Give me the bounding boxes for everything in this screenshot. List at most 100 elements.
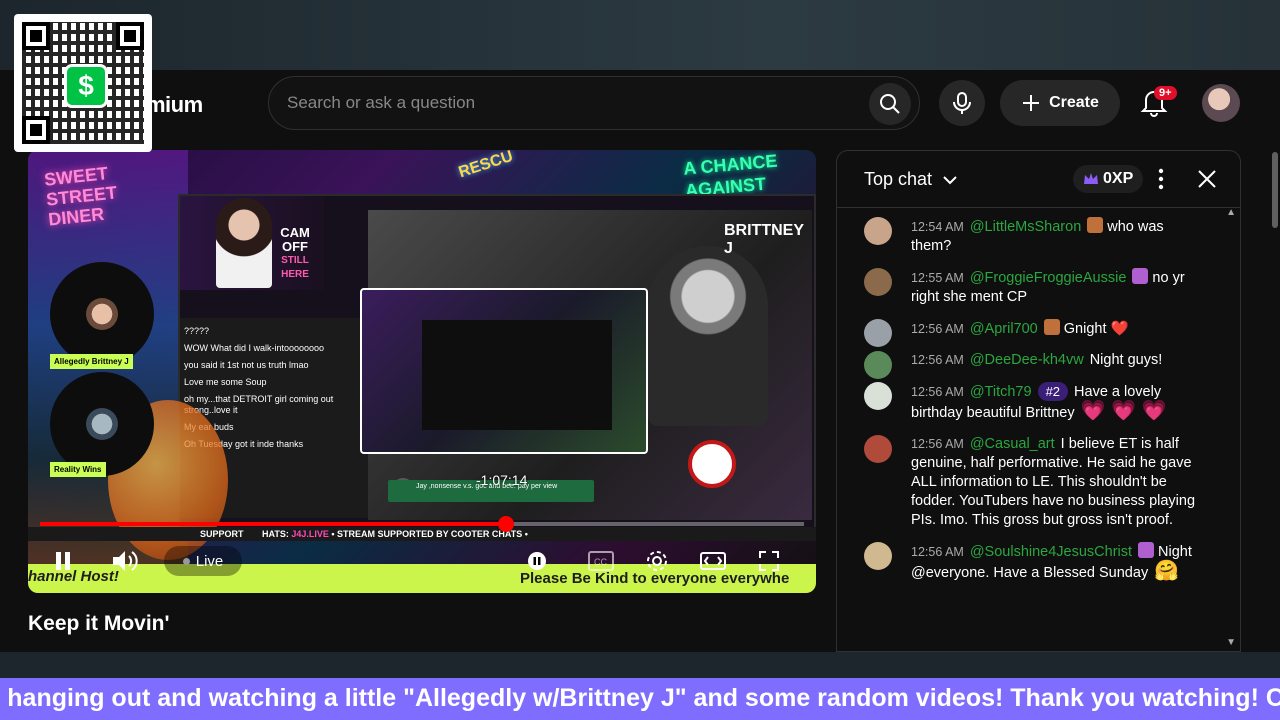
cashapp-qr-code: $: [14, 14, 152, 152]
support-ticker: SUPPORT HATS: J4J.LIVE • STREAM SUPPORTE…: [28, 527, 816, 541]
captions-button[interactable]: CC: [584, 544, 618, 578]
host-figure: [648, 246, 768, 426]
overlay-chat-line: ?????: [184, 326, 210, 336]
settings-icon: [647, 551, 667, 571]
captions-icon: CC: [588, 551, 614, 571]
pause-button[interactable]: [46, 544, 80, 578]
banner-text: t hanging out and watching a little "All…: [0, 684, 1280, 712]
pip-screen: [422, 320, 612, 430]
cam-off-label: CAM OFF: [280, 225, 310, 254]
member-badge-icon: [1087, 217, 1104, 233]
seek-handle[interactable]: [498, 516, 515, 532]
live-chat-panel: Top chat 0XP ▲ 12:54 AM @LittleMsSharon wh…: [836, 150, 1241, 652]
cashapp-icon: $: [64, 64, 108, 108]
search-button[interactable]: [869, 83, 911, 125]
chat-message[interactable]: 12:56 AM @Titch79 #2 Have a lovely birthday…: [837, 376, 1237, 429]
chat-message-list: 12:54 AM @LittleMsSharon who was them? 12:5…: [837, 211, 1237, 589]
chat-avatar[interactable]: [864, 268, 892, 296]
seek-progress: [40, 522, 507, 526]
chat-timestamp: 12:56 AM: [911, 353, 964, 367]
cohost-photo: [216, 198, 272, 288]
youtube-premium-logo[interactable]: mium: [146, 92, 203, 118]
xp-button[interactable]: 0XP: [1073, 165, 1144, 193]
ticker-body: HATS: J4J.LIVE • STREAM SUPPORTED BY COO…: [262, 527, 528, 541]
guest-label-2: Reality Wins: [50, 462, 106, 477]
member-badge-icon: [1138, 542, 1155, 558]
settings-button[interactable]: [640, 544, 674, 578]
svg-text:CC: CC: [594, 557, 607, 567]
chat-avatar[interactable]: [864, 382, 892, 410]
chat-username[interactable]: @DeeDee-kh4vw: [970, 352, 1084, 368]
cam-off-sub: STILL HERE: [281, 255, 309, 280]
chat-timestamp: 12:56 AM: [911, 322, 964, 336]
page-scrollbar[interactable]: [1270, 72, 1280, 650]
chevron-down-icon[interactable]: [941, 171, 959, 189]
ticker-tag: J4J.LIVE: [291, 529, 329, 539]
mute-button[interactable]: [108, 544, 142, 578]
account-avatar[interactable]: [1202, 84, 1240, 122]
picture-in-picture: [360, 288, 648, 454]
ticker-rest: • STREAM SUPPORTED BY COOTER CHATS •: [331, 529, 528, 539]
live-indicator[interactable]: Live: [164, 546, 242, 576]
member-badge-icon: [1043, 319, 1060, 335]
qr-finder: [22, 116, 50, 144]
ticker-support: SUPPORT: [200, 529, 244, 539]
chat-username[interactable]: @LittleMsSharon: [970, 219, 1081, 235]
chat-message[interactable]: 12:56 AM @Soulshine4JesusChrist Night @eve…: [837, 536, 1237, 589]
chat-timestamp: 12:56 AM: [911, 545, 964, 559]
chat-mode-dropdown[interactable]: Top chat: [864, 169, 932, 190]
voice-search-button[interactable]: [939, 80, 985, 126]
pause-icon: [56, 552, 70, 570]
theater-mode-button[interactable]: [696, 544, 730, 578]
chat-username[interactable]: @Titch79: [970, 384, 1032, 400]
overlay-chat-line: WOW What did I walk-intoooooooo: [184, 343, 325, 353]
chat-emoji: 💗 💗 💗: [1080, 400, 1167, 422]
fullscreen-icon: [759, 551, 779, 571]
chat-avatar[interactable]: [864, 319, 892, 347]
chat-message[interactable]: 12:56 AM @Casual_art I believe ET is half …: [837, 429, 1237, 536]
guest-face: [86, 408, 118, 440]
chat-message[interactable]: 12:54 AM @LittleMsSharon who was them?: [837, 211, 1237, 262]
video-title: Keep it Movin': [28, 612, 170, 635]
chat-message[interactable]: 12:55 AM @FroggieFroggieAussie no yr right…: [837, 262, 1237, 313]
chat-username[interactable]: @Soulshine4JesusChrist: [970, 544, 1132, 560]
chat-message[interactable]: 12:56 AM @DeeDee-kh4vw Night guys!: [837, 345, 1237, 379]
stream-background-bottom: [0, 652, 1280, 678]
plus-icon: [1023, 95, 1040, 111]
chat-header: Top chat 0XP: [837, 151, 1240, 208]
qr-finder: [116, 22, 144, 50]
chat-username[interactable]: @Casual_art: [970, 436, 1055, 452]
chat-username[interactable]: @FroggieFroggieAussie: [970, 270, 1127, 286]
autoplay-toggle[interactable]: [520, 544, 554, 578]
time-remaining: -1:07:14: [476, 472, 528, 488]
chat-scroll-down[interactable]: ▼: [1226, 637, 1236, 648]
chat-timestamp: 12:56 AM: [911, 437, 964, 451]
chat-avatar[interactable]: [864, 542, 892, 570]
chat-avatar[interactable]: [864, 351, 892, 379]
chat-avatar[interactable]: [864, 435, 892, 463]
search-input[interactable]: Search or ask a question: [287, 93, 475, 113]
overlay-chat-line: you said it 1st not us truth lmao: [184, 360, 309, 370]
seek-bar[interactable]: [40, 516, 804, 532]
xp-label: 0XP: [1103, 170, 1134, 187]
volume-icon: [113, 551, 138, 571]
neon-sign-rescue: RESCU: [456, 150, 516, 182]
fullscreen-button[interactable]: [752, 544, 786, 578]
search-bar[interactable]: Search or ask a question: [268, 76, 920, 130]
autoplay-icon: [528, 552, 546, 570]
guest-label-1: Allegedly Brittney J: [50, 354, 133, 369]
kebab-icon[interactable]: [1151, 167, 1171, 191]
chat-emoji: 🤗: [1154, 560, 1180, 582]
create-button[interactable]: Create: [1000, 80, 1120, 126]
chat-avatar[interactable]: [864, 217, 892, 245]
alarm-clock-decoration: [688, 440, 736, 488]
guest-cam-1: [50, 262, 154, 366]
chat-username[interactable]: @April700: [970, 321, 1038, 337]
chat-text: Gnight ❤️: [1063, 321, 1129, 337]
video-player[interactable]: SWEET STREET DINER RESCU A CHANCE AGAINS…: [28, 150, 816, 593]
mic-icon: [953, 92, 971, 114]
close-icon[interactable]: [1195, 167, 1219, 191]
stream-background-top: [0, 0, 1280, 72]
chat-message[interactable]: 12:56 AM @April700 Gnight ❤️: [837, 313, 1237, 347]
scrollbar-thumb[interactable]: [1272, 152, 1278, 228]
